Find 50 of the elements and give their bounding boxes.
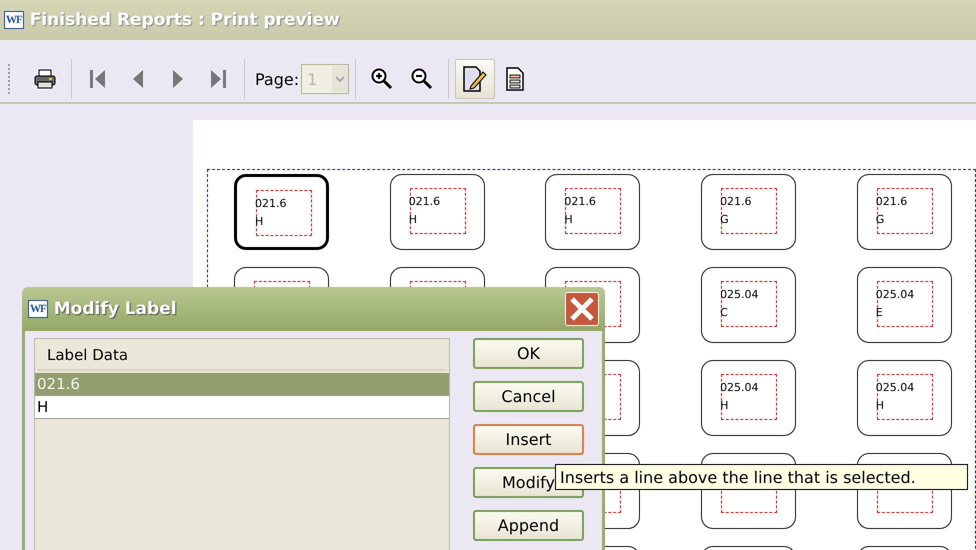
label-text: 025.04 [876, 380, 914, 396]
dialog-button[interactable]: Append [473, 510, 584, 541]
close-button[interactable] [565, 292, 599, 326]
window-title: Finished Reports : Print preview [30, 10, 340, 30]
document-icon [506, 67, 524, 91]
label-preview[interactable]: 021.6 H [545, 174, 640, 250]
previous-page-icon [132, 69, 144, 89]
label-text: H [255, 214, 264, 230]
app-logo: WF [4, 11, 24, 29]
edit-page-icon [463, 66, 488, 92]
label-preview[interactable]: 025.04 E [856, 267, 952, 343]
zoom-out-icon [411, 68, 434, 90]
dialog-button[interactable]: Cancel [473, 381, 584, 412]
label-text: H [564, 212, 573, 228]
label-preview[interactable]: 021.6 H [390, 174, 485, 250]
label-preview[interactable]: 025.04 C [701, 267, 796, 343]
zoom-in-icon [371, 68, 394, 90]
label-text: G [876, 212, 884, 228]
label-text: G [720, 212, 729, 228]
label-preview[interactable]: 021.6 G [701, 174, 796, 250]
label-preview[interactable]: 025.04 H [701, 360, 796, 436]
label-text: 025.04 [720, 287, 759, 303]
label-text: E [876, 305, 883, 321]
dialog-title: Modify Label [54, 299, 177, 319]
label-text: 021.6 [255, 196, 286, 212]
label-text: H [876, 398, 884, 414]
label-preview[interactable]: 025.04 H [856, 360, 952, 436]
page-label: Page: [255, 70, 300, 88]
last-page-icon [209, 69, 227, 89]
label-text: 025.04 [876, 287, 914, 303]
label-preview[interactable]: 021.6 G [856, 174, 952, 250]
label-text: 021.6 [720, 194, 752, 210]
first-page-icon [89, 69, 107, 89]
label-text: 021.6 [408, 194, 440, 210]
caret-icon [335, 76, 346, 82]
label-text: H [408, 212, 417, 228]
dialog-button[interactable]: OK [473, 338, 584, 369]
edit-button[interactable] [455, 59, 496, 99]
printer-icon [34, 69, 56, 89]
tooltip: Inserts a line above the line that is selected. [555, 464, 968, 490]
label-text: 021.6 [876, 194, 908, 210]
label-text: H [720, 398, 728, 414]
label-text: 025.04 [720, 380, 759, 396]
next-page-icon [172, 69, 184, 89]
label-text: 021.6 [564, 194, 596, 210]
dialog-button[interactable]: Insert [473, 424, 584, 455]
label-preview[interactable]: 021.6 H [234, 174, 329, 250]
list-row[interactable]: H [35, 396, 449, 419]
dialog-logo: WF [28, 300, 48, 318]
label-text: C [720, 305, 728, 321]
